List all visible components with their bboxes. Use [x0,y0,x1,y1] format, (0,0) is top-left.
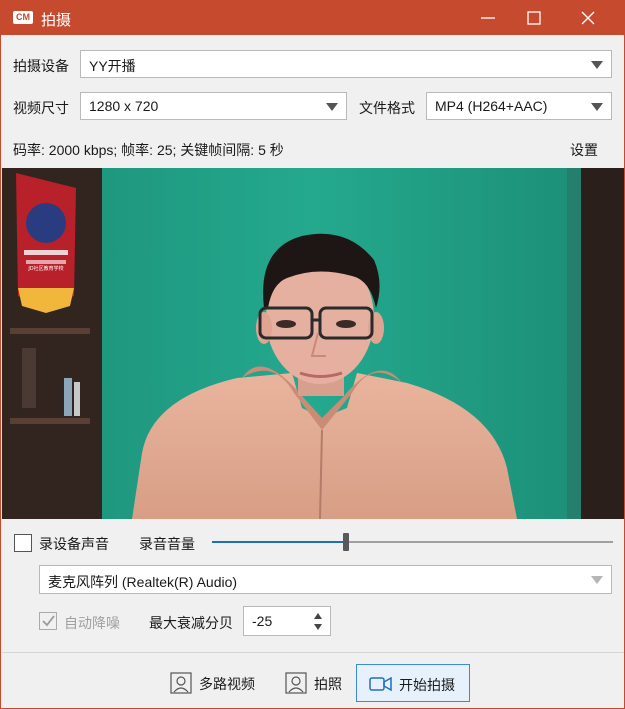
chevron-down-icon [591,103,603,111]
photo-label: 拍照 [314,676,342,692]
chevron-down-icon [591,576,603,584]
maximize-button[interactable] [511,1,557,35]
window-title: 拍摄 [41,12,72,29]
pennant-text: JD社区教育学校 [27,265,63,272]
minimize-button[interactable] [465,1,511,35]
spin-up-icon[interactable] [314,613,322,619]
video-size-select[interactable]: 1280 x 720 [80,92,347,120]
title-bar: CM 拍摄 [1,1,624,35]
max-attenuation-label: 最大衰减分贝 [149,615,233,631]
video-size-label: 视频尺寸 [13,100,69,116]
file-format-value: MP4 (H264+AAC) [435,98,548,114]
multi-video-label: 多路视频 [199,676,255,692]
device-label: 拍摄设备 [13,58,69,74]
minimize-icon [481,17,495,19]
multi-video-button[interactable]: 多路视频 [166,664,266,702]
camera-preview-image: JD社区教育学校 [2,168,624,519]
auto-denoise-checkbox[interactable] [39,612,57,630]
volume-slider-fill [212,541,346,543]
volume-label: 录音音量 [139,536,195,552]
volume-slider-track[interactable] [346,541,613,543]
photo-button[interactable]: 拍照 [281,664,351,702]
spin-down-icon[interactable] [314,624,322,630]
start-capture-button[interactable]: 开始拍摄 [356,664,470,702]
device-value: YY开播 [89,58,136,74]
app-logo: CM [13,11,33,24]
camera-preview: JD社区教育学校 [2,168,624,519]
person-icon [285,672,307,694]
file-format-label: 文件格式 [359,100,415,116]
video-size-value: 1280 x 720 [89,98,159,114]
video-camera-icon [369,676,392,692]
close-icon [581,11,595,25]
volume-slider-thumb[interactable] [343,533,349,551]
divider [2,652,624,653]
file-format-select[interactable]: MP4 (H264+AAC) [426,92,612,120]
microphone-value: 麦克风阵列 (Realtek(R) Audio) [48,574,238,590]
max-attenuation-spinbox[interactable]: -25 [243,606,331,636]
encoding-info: 码率: 2000 kbps; 帧率: 25; 关键帧间隔: 5 秒 [13,142,284,158]
record-device-sound-label: 录设备声音 [39,536,109,552]
chevron-down-icon [326,103,338,111]
microphone-select[interactable]: 麦克风阵列 (Realtek(R) Audio) [39,565,612,594]
chevron-down-icon [591,61,603,69]
max-attenuation-value: -25 [252,613,273,629]
maximize-icon [527,11,541,25]
close-button[interactable] [565,1,611,35]
settings-link[interactable]: 设置 [570,140,598,160]
record-device-sound-checkbox[interactable] [14,534,32,552]
person-icon [170,672,192,694]
capture-window: CM 拍摄 拍摄设备 YY开播 视频尺寸 1280 x 720 文件格式 MP4… [0,0,625,709]
start-capture-label: 开始拍摄 [399,677,455,693]
device-select[interactable]: YY开播 [80,50,612,78]
auto-denoise-label: 自动降噪 [64,615,120,631]
checkmark-icon [42,615,55,627]
